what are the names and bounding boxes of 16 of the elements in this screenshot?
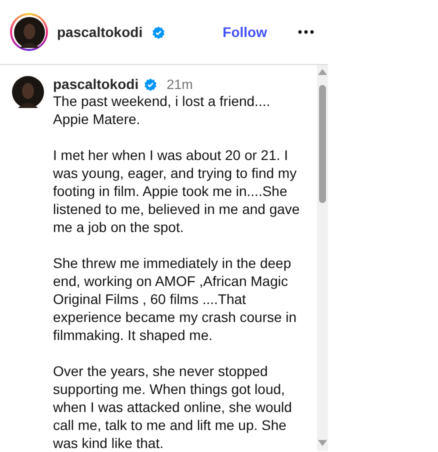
scroll-up-icon[interactable] [318, 69, 327, 75]
caption-paragraph: She threw me immediately in the deep end, working on AMOF ,African Magic Original Films , 60 films ....That experience became my crash course in filmmaking. It shaped me. [53, 254, 298, 344]
username[interactable]: pascaltokodi [57, 24, 143, 40]
avatar [12, 76, 44, 108]
caption-paragraph: Over the years, she never stopped supporting me. When things got loud, when I was attacked online, she would call me, talk to me and lift me up. She was kind like that. [53, 362, 293, 451]
avatar [14, 16, 44, 48]
caption-paragraph: I met her when I was about 20 or 21. I was young, eager, and trying to find my footing in film. Appie took me in....She listened to me, believed in me and gave me a job on the spot. [53, 146, 301, 236]
caption-paragraph: The past weekend, i lost a friend.... Appie Matere. [53, 92, 272, 128]
scroll-down-icon[interactable] [318, 440, 327, 446]
avatar-ring[interactable] [10, 13, 48, 51]
more-icon[interactable] [298, 30, 314, 34]
scrollbar-thumb[interactable] [319, 85, 326, 203]
follow-button[interactable]: Follow [222, 24, 267, 40]
timestamp: 21m [166, 76, 193, 92]
username[interactable]: pascaltokodi [53, 76, 139, 92]
scrollbar[interactable] [317, 65, 328, 451]
